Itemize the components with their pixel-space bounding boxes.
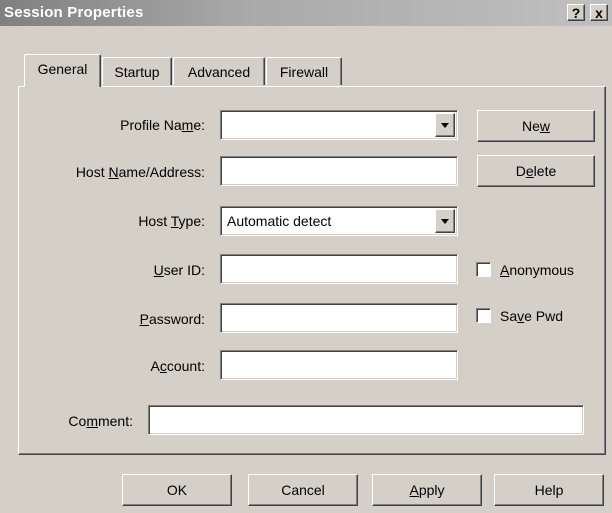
apply-button[interactable]: Apply — [372, 474, 482, 506]
window-title: Session Properties — [4, 4, 144, 21]
comment-field[interactable] — [148, 405, 584, 435]
user-id-field[interactable] — [220, 254, 458, 284]
tab-firewall-label: Firewall — [279, 64, 329, 80]
profile-name-label: Profile Name: — [120, 117, 205, 133]
tab-advanced-label: Advanced — [187, 64, 251, 80]
account-label: Account: — [150, 358, 205, 374]
user-id-label: User ID: — [153, 262, 205, 278]
help-button[interactable]: Help — [494, 474, 604, 506]
host-name-field[interactable] — [220, 156, 458, 186]
cancel-button[interactable]: Cancel — [248, 474, 358, 506]
host-type-dropdown-icon[interactable] — [435, 209, 455, 233]
host-name-label: Host Name/Address: — [75, 164, 205, 180]
save-pwd-label[interactable]: Save Pwd — [500, 308, 563, 324]
account-field[interactable] — [220, 350, 458, 380]
host-type-value: Automatic detect — [227, 213, 332, 229]
profile-name-combo[interactable] — [220, 110, 458, 140]
tab-firewall[interactable]: Firewall — [266, 57, 342, 85]
new-button[interactable]: New — [477, 110, 595, 142]
profile-name-dropdown-icon[interactable] — [435, 113, 455, 137]
password-field[interactable] — [220, 303, 458, 333]
host-type-label: Host Type: — [138, 213, 205, 229]
tab-startup-label: Startup — [114, 64, 160, 80]
close-caption-button[interactable]: x — [590, 4, 608, 21]
tab-general[interactable]: General — [24, 54, 101, 87]
anonymous-checkbox[interactable] — [476, 262, 491, 277]
comment-label: Comment: — [68, 413, 133, 429]
anonymous-label[interactable]: Anonymous — [500, 262, 574, 278]
tab-startup[interactable]: Startup — [102, 57, 172, 85]
ok-button[interactable]: OK — [122, 474, 232, 506]
tab-advanced[interactable]: Advanced — [173, 57, 265, 85]
help-caption-button[interactable]: ? — [567, 4, 585, 21]
host-type-select[interactable]: Automatic detect — [220, 206, 458, 236]
save-pwd-checkbox[interactable] — [476, 308, 491, 323]
password-label: Password: — [139, 311, 205, 327]
title-bar: Session Properties ? x — [0, 0, 612, 26]
tab-general-label: General — [37, 61, 88, 77]
delete-button[interactable]: Delete — [477, 155, 595, 187]
